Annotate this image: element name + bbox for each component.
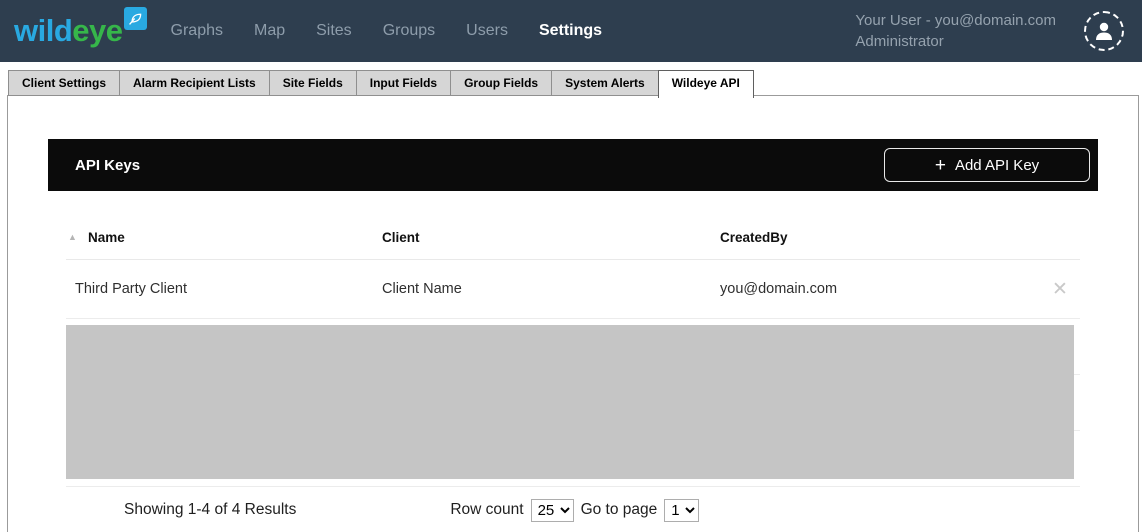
results-summary: Showing 1-4 of 4 Results — [124, 501, 296, 519]
page-select[interactable]: 1 — [664, 499, 699, 522]
add-api-key-button[interactable]: + Add API Key — [884, 148, 1090, 182]
api-keys-table: ▲ Name Client CreatedBy Third Party Clie… — [66, 215, 1080, 532]
nav-item-graphs[interactable]: Graphs — [171, 22, 223, 40]
top-navbar: wild eye Graphs Map Sites Groups Users S… — [0, 0, 1142, 62]
tab-alarm-recipient-lists[interactable]: Alarm Recipient Lists — [119, 70, 270, 96]
user-name-email: Your User - you@domain.com — [855, 10, 1056, 31]
user-role: Administrator — [855, 31, 1056, 52]
nav-item-users[interactable]: Users — [466, 22, 508, 40]
column-header-name[interactable]: ▲ Name — [66, 230, 382, 245]
user-avatar-icon[interactable] — [1084, 11, 1124, 51]
main-nav: Graphs Map Sites Groups Users Settings — [171, 22, 603, 40]
row-count-select[interactable]: 25 — [531, 499, 574, 522]
table-footer: Showing 1-4 of 4 Results Row count 25 Go… — [124, 487, 1022, 532]
logo-text-eye: eye — [72, 13, 122, 49]
page-title: API Keys — [75, 157, 140, 174]
add-api-key-label: Add API Key — [955, 157, 1039, 174]
obscured-rows-region — [66, 319, 1080, 487]
tab-system-alerts[interactable]: System Alerts — [551, 70, 659, 96]
column-header-client[interactable]: Client — [382, 230, 720, 245]
user-info: Your User - you@domain.com Administrator — [855, 10, 1056, 52]
tab-input-fields[interactable]: Input Fields — [356, 70, 451, 96]
nav-item-sites[interactable]: Sites — [316, 22, 352, 40]
nav-item-groups[interactable]: Groups — [383, 22, 435, 40]
go-to-page-label: Go to page — [581, 501, 658, 519]
logo-text-wild: wild — [14, 13, 72, 49]
table-row: Third Party Client Client Name you@domai… — [66, 260, 1080, 319]
nav-item-settings[interactable]: Settings — [539, 22, 602, 40]
wildeye-api-panel: API Keys + Add API Key ▲ Name Client Cre… — [7, 95, 1139, 532]
cell-client: Client Name — [382, 281, 720, 297]
pager-controls: Row count 25 Go to page 1 — [450, 499, 699, 522]
tab-group-fields[interactable]: Group Fields — [450, 70, 552, 96]
cell-name: Third Party Client — [66, 281, 382, 297]
tab-site-fields[interactable]: Site Fields — [269, 70, 357, 96]
settings-tab-strip: Client Settings Alarm Recipient Lists Si… — [8, 70, 1142, 96]
table-header-row: ▲ Name Client CreatedBy — [66, 215, 1080, 260]
plus-icon: + — [935, 156, 946, 175]
redaction-overlay — [66, 325, 1074, 479]
row-count-label: Row count — [450, 501, 523, 519]
leaf-icon — [124, 7, 147, 30]
tab-client-settings[interactable]: Client Settings — [8, 70, 120, 96]
column-header-createdby[interactable]: CreatedBy — [720, 230, 1040, 245]
sort-asc-icon: ▲ — [66, 232, 88, 242]
api-keys-header-bar: API Keys + Add API Key — [48, 139, 1098, 191]
tab-wildeye-api[interactable]: Wildeye API — [658, 70, 754, 98]
delete-row-icon[interactable]: ✕ — [1040, 280, 1080, 299]
cell-created-by: you@domain.com — [720, 281, 1040, 297]
wildeye-logo[interactable]: wild eye — [14, 13, 147, 49]
nav-item-map[interactable]: Map — [254, 22, 285, 40]
